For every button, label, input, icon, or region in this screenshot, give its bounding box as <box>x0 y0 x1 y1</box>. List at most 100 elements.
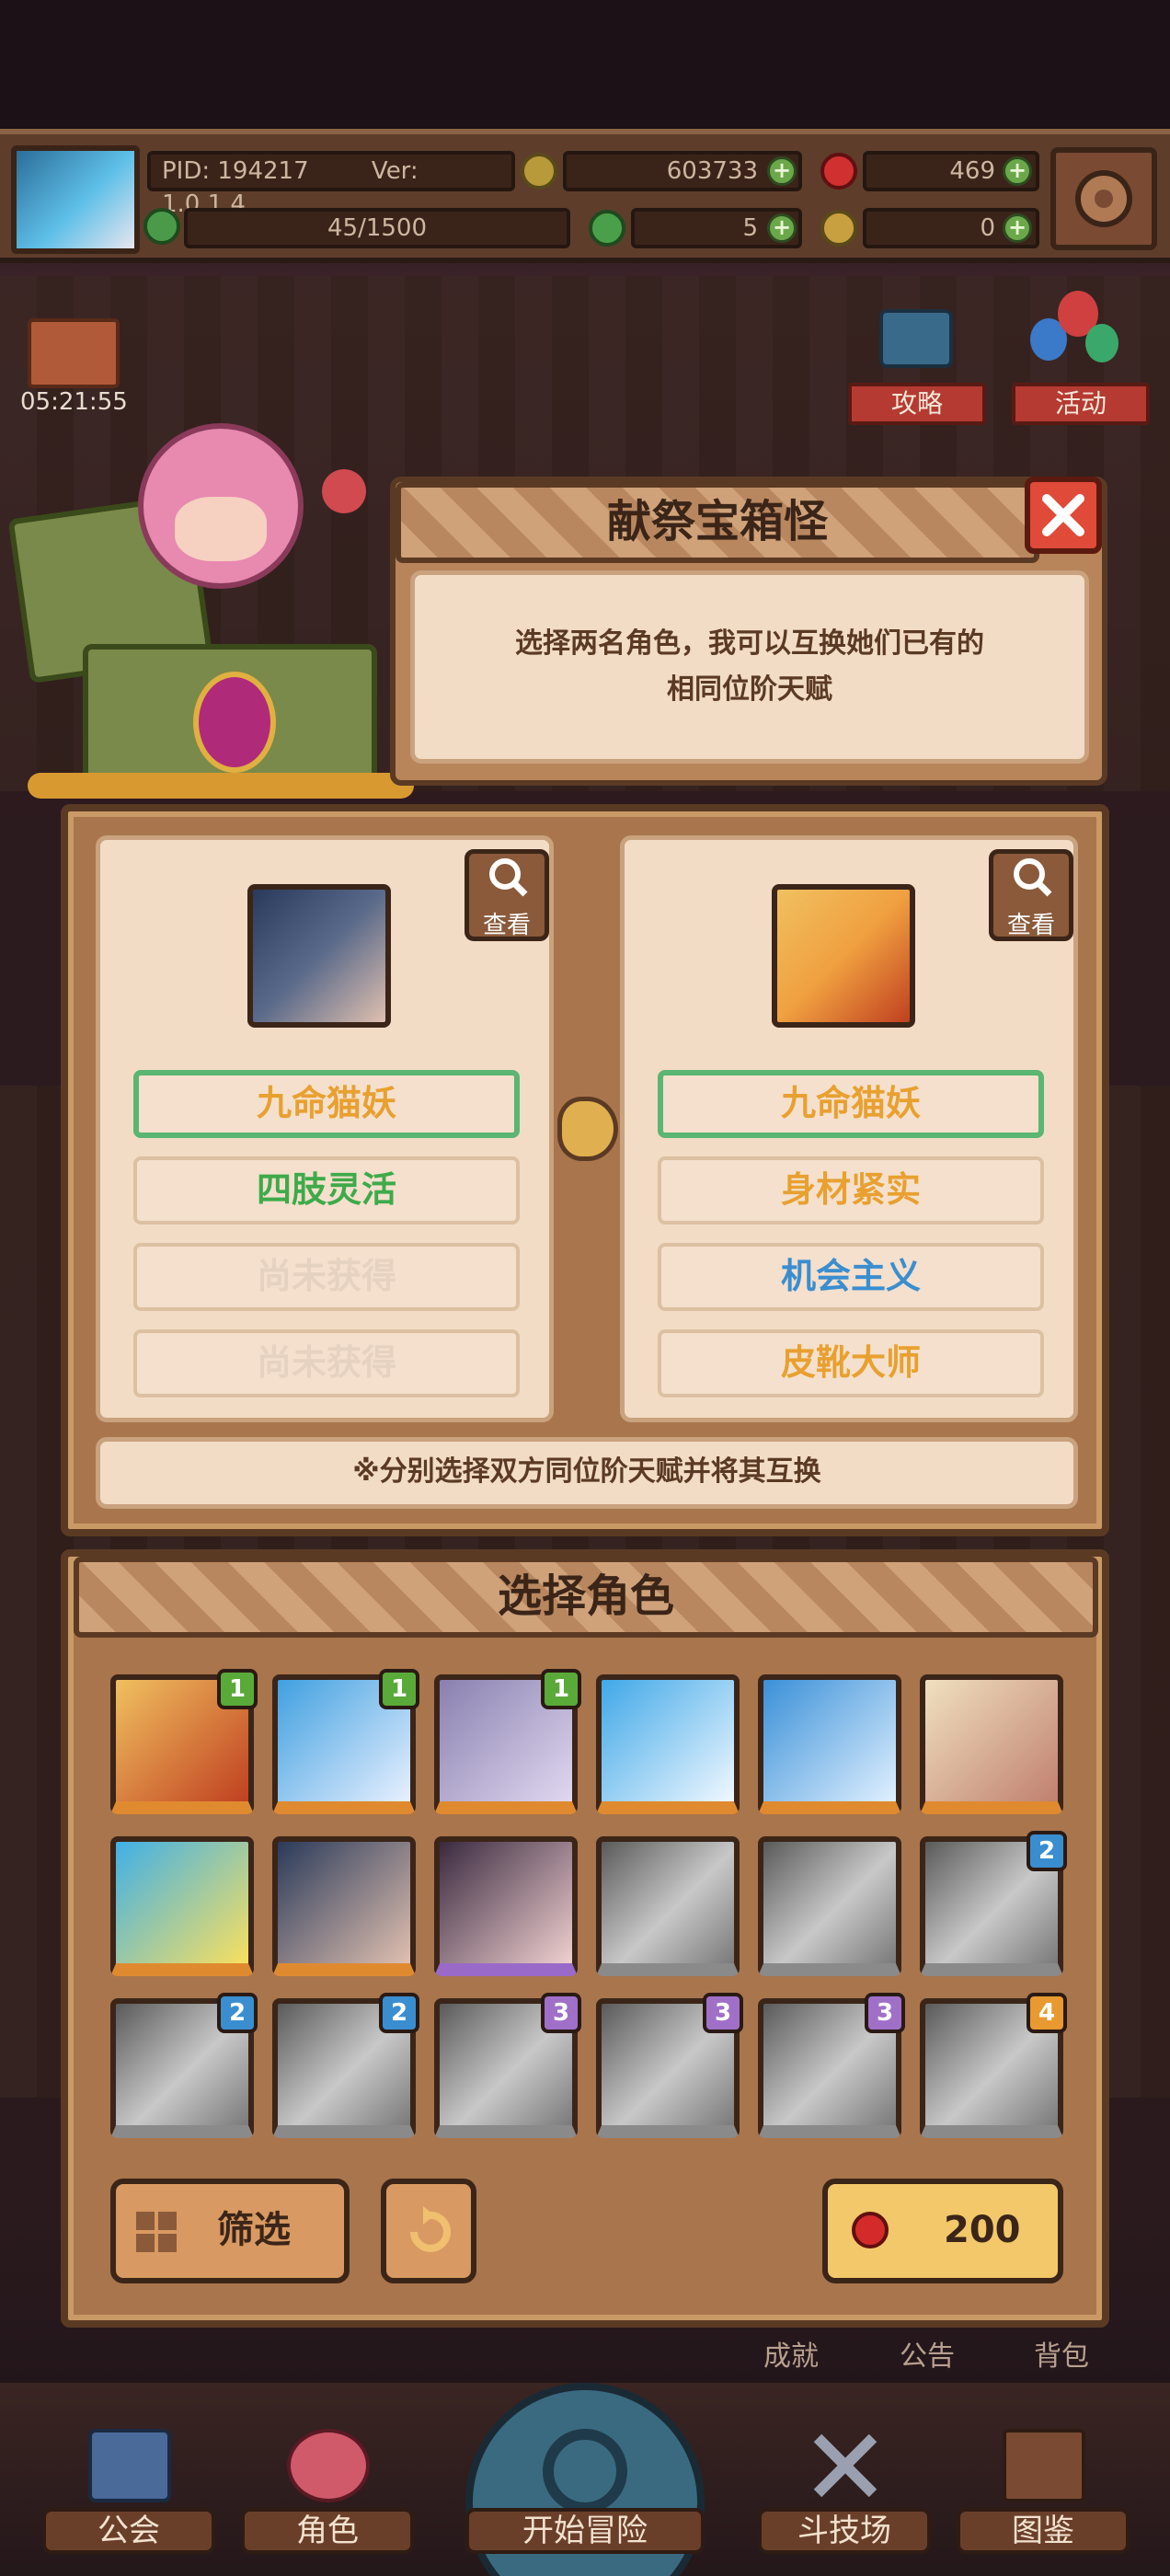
nav-arena[interactable]: 斗技场 <box>758 2420 931 2558</box>
character-slot-silver-hair-girl[interactable]: 1 <box>434 1669 581 1814</box>
nav-character[interactable]: 角色 <box>241 2420 414 2558</box>
nav-guild[interactable]: 公会 <box>42 2420 215 2558</box>
character-slot-grey-girl-1[interactable] <box>596 1836 740 1976</box>
character-slot-blonde-girl[interactable]: 1 <box>110 1669 258 1814</box>
character-slot-cat-girl[interactable] <box>272 1836 416 1976</box>
character-slot-blonde-girl-2[interactable] <box>920 1674 1063 1814</box>
level-badge: 3 <box>865 1993 905 2033</box>
event-button[interactable]: 活动 <box>1012 291 1150 425</box>
player-avatar[interactable] <box>11 145 140 254</box>
filter-button[interactable]: 筛选 <box>110 2179 350 2283</box>
character-grid: 1 1 1 2 2 2 3 3 3 4 <box>110 1669 1067 2138</box>
guild-icon <box>88 2429 171 2502</box>
gift-icon[interactable] <box>28 318 120 388</box>
right-character-portrait[interactable] <box>772 884 915 1028</box>
character-slot-grey-girl-3[interactable]: 2 <box>920 1831 1067 1976</box>
nav-start-adventure[interactable]: 开始冒险 <box>447 2383 723 2576</box>
right-view-button[interactable]: 查看 <box>989 849 1073 941</box>
gem-icon <box>852 2212 889 2248</box>
top-status-bar: PID: 194217 Ver: 1.0.1.4 603733 + 469 + … <box>0 129 1170 263</box>
swap-hint: ※分别选择双方同位阶天赋并将其互换 <box>96 1437 1078 1509</box>
bottom-nav: 公会 角色 开始冒险 斗技场 图鉴 <box>0 2383 1170 2576</box>
right-talent-3[interactable]: 机会主义 <box>658 1243 1044 1311</box>
character-slot-grey-girl-6[interactable]: 3 <box>434 1993 581 2138</box>
level-badge: 2 <box>217 1993 258 2033</box>
left-character-portrait[interactable] <box>247 884 391 1028</box>
left-character-card: 查看 九命猫妖 四肢灵活 尚未获得 尚未获得 <box>96 835 554 1422</box>
character-slot-grey-girl-2[interactable] <box>758 1836 901 1976</box>
level-badge: 3 <box>703 1993 743 2033</box>
character-select-panel: 选择角色 1 1 1 2 2 2 3 3 3 4 筛选 200 <box>61 1549 1109 2328</box>
level-badge: 2 <box>1027 1831 1067 1871</box>
nav-arena-label: 斗技场 <box>758 2508 931 2554</box>
character-slot-blue-hair-girl-2[interactable] <box>596 1674 740 1814</box>
exp-text: 45/1500 <box>327 214 427 242</box>
clover-level-icon <box>143 208 180 245</box>
clover-icon <box>589 210 625 247</box>
add-gem-icon[interactable]: + <box>1003 156 1032 186</box>
nav-codex-label: 图鉴 <box>957 2508 1130 2554</box>
level-badge: 2 <box>379 1993 419 2033</box>
refresh-button[interactable] <box>381 2179 476 2283</box>
left-talent-2[interactable]: 四肢灵活 <box>133 1156 520 1225</box>
right-talent-1[interactable]: 九命猫妖 <box>658 1070 1044 1138</box>
filter-label: 筛选 <box>217 2209 291 2251</box>
gold-coin-icon <box>521 153 557 190</box>
gem-amount: 469 <box>949 157 995 185</box>
guide-label: 攻略 <box>848 383 986 425</box>
gold-amount: 603733 <box>666 157 758 185</box>
character-slot-grey-girl-8[interactable]: 3 <box>758 1993 905 2138</box>
bag-label[interactable]: 背包 <box>1034 2333 1089 2374</box>
left-talent-1[interactable]: 九命猫妖 <box>133 1070 520 1138</box>
achievements-label[interactable]: 成就 <box>763 2333 819 2374</box>
magnifier-icon <box>543 2429 627 2513</box>
nav-guild-label: 公会 <box>42 2508 215 2554</box>
description-line-2: 相同位阶天赋 <box>667 673 832 706</box>
clover-amount: 5 <box>742 214 758 242</box>
event-timer: 05:21:55 <box>20 388 128 416</box>
character-slot-grey-girl-9[interactable]: 4 <box>920 1993 1067 2138</box>
mimic-character-art <box>7 414 414 800</box>
dialog-header-panel: 献祭宝箱怪 选择两名角色，我可以互换她们已有的 相同位阶天赋 <box>390 477 1107 786</box>
magnifier-icon <box>489 858 528 897</box>
confirm-swap-button[interactable]: 200 <box>822 2179 1063 2283</box>
nav-codex[interactable]: 图鉴 <box>957 2420 1130 2558</box>
right-view-label: 查看 <box>1006 912 1055 939</box>
magnifier-icon <box>1014 858 1052 897</box>
character-slot-blue-hair-girl[interactable]: 1 <box>272 1669 419 1814</box>
settings-button[interactable] <box>1050 147 1157 250</box>
level-badge: 1 <box>217 1669 258 1709</box>
left-talent-4: 尚未获得 <box>133 1329 520 1397</box>
crossed-swords-icon <box>813 2433 878 2498</box>
description-line-1: 选择两名角色，我可以互换她们已有的 <box>515 627 984 660</box>
left-view-button[interactable]: 查看 <box>465 849 549 941</box>
right-character-card: 查看 九命猫妖 身材紧实 机会主义 皮靴大师 <box>620 835 1078 1422</box>
guide-button[interactable]: 攻略 <box>848 309 986 425</box>
level-badge: 1 <box>541 1669 581 1709</box>
character-slot-black-hair-girl[interactable] <box>434 1836 578 1976</box>
notice-label[interactable]: 公告 <box>900 2333 955 2374</box>
pid-label: PID: 194217 <box>162 157 309 185</box>
add-gold-icon[interactable]: + <box>767 156 797 186</box>
character-slot-grey-girl-7[interactable]: 3 <box>596 1993 743 2138</box>
gem-icon <box>820 153 857 190</box>
character-slot-grey-girl-5[interactable]: 2 <box>272 1993 419 2138</box>
character-slot-grey-girl-4[interactable]: 2 <box>110 1993 258 2138</box>
close-button[interactable] <box>1025 477 1102 554</box>
game-screen: PID: 194217 Ver: 1.0.1.4 603733 + 469 + … <box>0 0 1170 2576</box>
talent-swap-panel: 查看 九命猫妖 四肢灵活 尚未获得 尚未获得 查看 九命猫妖 身材紧实 机会主义… <box>61 804 1109 1536</box>
character-slot-blue-hair-girl-4[interactable] <box>110 1836 254 1976</box>
right-talent-2[interactable]: 身材紧实 <box>658 1156 1044 1225</box>
exp-bar: 45/1500 <box>184 208 570 248</box>
add-clover-icon[interactable]: + <box>767 213 797 243</box>
pid-version-box: PID: 194217 Ver: 1.0.1.4 <box>147 151 515 218</box>
add-key-icon[interactable]: + <box>1003 213 1032 243</box>
book-icon <box>1003 2429 1085 2502</box>
select-title: 选择角色 <box>74 1557 1098 1638</box>
right-talent-4[interactable]: 皮靴大师 <box>658 1329 1044 1397</box>
character-slot-blue-hair-girl-3[interactable] <box>758 1674 901 1814</box>
cost-label: 200 <box>944 2209 1021 2251</box>
left-talent-3: 尚未获得 <box>133 1243 520 1311</box>
nav-adventure-label: 开始冒险 <box>465 2508 705 2554</box>
key-amount: 0 <box>980 214 995 242</box>
